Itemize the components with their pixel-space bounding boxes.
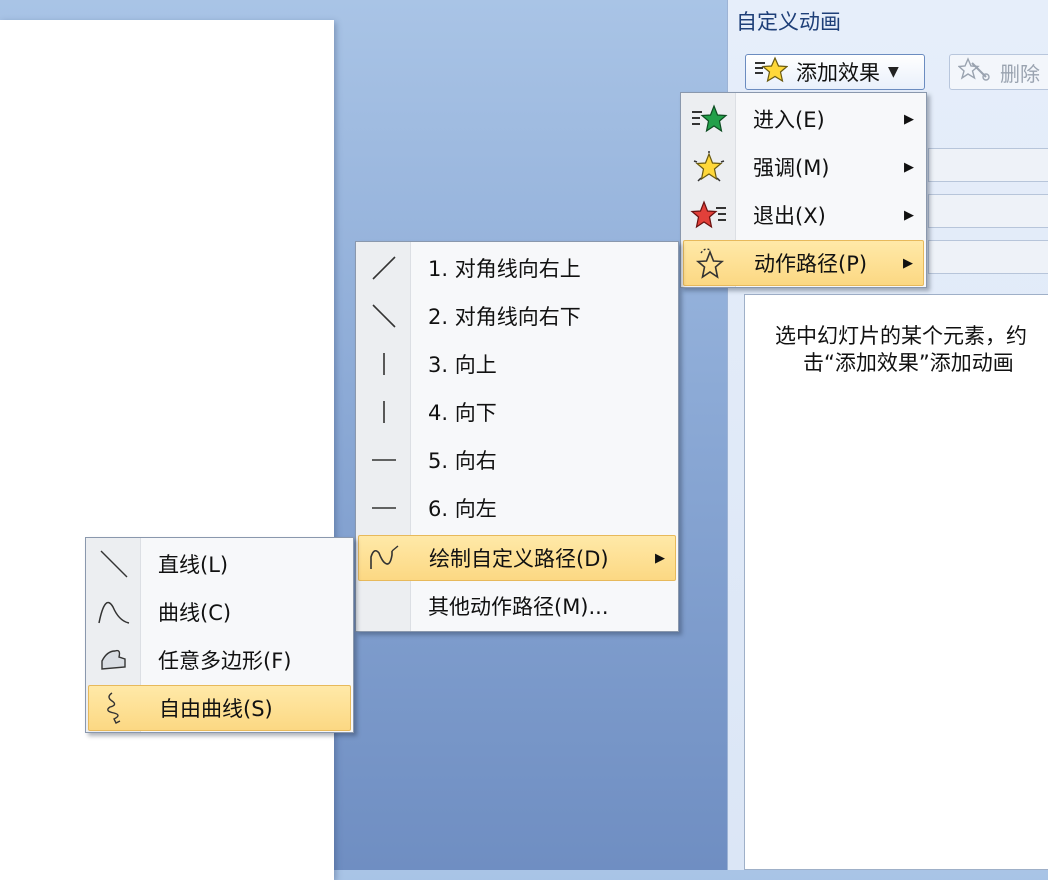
menu-item-up[interactable]: 3. 向上 — [358, 341, 676, 387]
curve-icon — [92, 592, 136, 632]
submenu-arrow-icon: ▶ — [904, 207, 914, 223]
menu-item-right[interactable]: 5. 向右 — [358, 437, 676, 483]
menu-item-diagonal-down-right[interactable]: 2. 对角线向右下 — [358, 293, 676, 339]
draw-custom-path-menu: 直线(L) 曲线(C) 任意多边形(F) 自由曲线(S) — [85, 537, 354, 733]
line-right-icon — [362, 440, 406, 480]
custom-path-icon — [363, 538, 407, 578]
pane-title: 自定义动画 — [736, 10, 841, 34]
menu-item-emphasis[interactable]: 强调(M) ▶ — [683, 144, 924, 190]
animation-list[interactable]: 选中幻灯片的某个元素，约 击“添加效果”添加动画 — [744, 294, 1048, 870]
diagonal-up-right-icon — [362, 248, 406, 288]
submenu-arrow-icon: ▶ — [655, 550, 665, 566]
star-yellow-emphasis-icon — [687, 147, 731, 187]
straight-line-icon — [92, 544, 136, 584]
motion-path-menu: 1. 对角线向右上 2. 对角线向右下 3. 向上 4. 向下 5. 向右 6.… — [355, 241, 679, 632]
menu-item-freeform[interactable]: 任意多边形(F) — [88, 637, 351, 683]
delete-button[interactable]: 删除 — [949, 54, 1048, 90]
line-left-icon — [362, 488, 406, 528]
submenu-arrow-icon: ▶ — [904, 111, 914, 127]
menu-item-curve[interactable]: 曲线(C) — [88, 589, 351, 635]
menu-item-entrance[interactable]: 进入(E) ▶ — [683, 96, 924, 142]
menu-item-more-paths[interactable]: 其他动作路径(M)... — [358, 583, 676, 629]
star-add-effect-icon — [754, 56, 789, 88]
line-down-icon — [362, 392, 406, 432]
chevron-down-icon: ▼ — [888, 64, 899, 80]
submenu-arrow-icon: ▶ — [903, 255, 913, 271]
delete-effect-icon — [957, 57, 992, 87]
menu-item-exit[interactable]: 退出(X) ▶ — [683, 192, 924, 238]
diagonal-down-right-icon — [362, 296, 406, 336]
scribble-icon — [93, 688, 137, 728]
menu-item-scribble[interactable]: 自由曲线(S) — [88, 685, 351, 731]
hint-line-1: 选中幻灯片的某个元素，约 — [775, 324, 1027, 348]
add-effect-label: 添加效果 — [796, 61, 880, 85]
line-up-icon — [362, 344, 406, 384]
freeform-polygon-icon — [92, 640, 136, 680]
pane-hint: 选中幻灯片的某个元素，约 击“添加效果”添加动画 — [775, 323, 1027, 377]
property-field[interactable] — [928, 194, 1048, 228]
slide-canvas[interactable] — [0, 20, 334, 880]
menu-item-down[interactable]: 4. 向下 — [358, 389, 676, 435]
menu-item-draw-custom-path[interactable]: 绘制自定义路径(D) ▶ — [358, 535, 676, 581]
add-effect-button[interactable]: 添加效果 ▼ — [745, 54, 925, 90]
menu-item-diagonal-up-right[interactable]: 1. 对角线向右上 — [358, 245, 676, 291]
speed-field[interactable] — [928, 240, 1048, 274]
menu-item-straight-line[interactable]: 直线(L) — [88, 541, 351, 587]
star-motion-path-icon — [688, 243, 732, 283]
menu-item-motion-path[interactable]: 动作路径(P) ▶ — [683, 240, 924, 286]
delete-label: 删除 — [1000, 61, 1040, 86]
menu-item-left[interactable]: 6. 向左 — [358, 485, 676, 531]
submenu-arrow-icon: ▶ — [904, 159, 914, 175]
star-green-entrance-icon — [687, 99, 731, 139]
add-effect-menu: 进入(E) ▶ 强调(M) ▶ 退出(X) ▶ 动作路径(P) ▶ — [680, 92, 927, 288]
hint-line-2: 击“添加效果”添加动画 — [803, 351, 1014, 375]
star-red-exit-icon — [687, 195, 731, 235]
start-field[interactable] — [928, 148, 1048, 182]
